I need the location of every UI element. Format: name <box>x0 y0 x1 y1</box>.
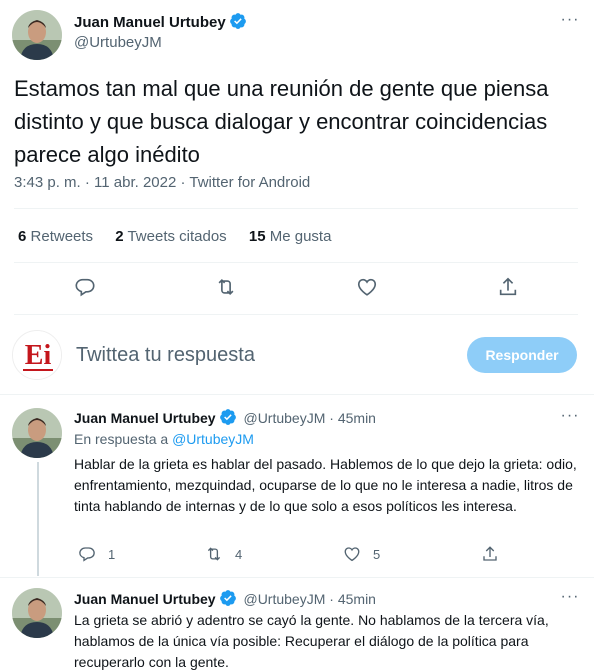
share-action[interactable] <box>481 545 511 563</box>
reply-icon <box>79 547 95 562</box>
reply-text: La grieta se abrió y adentro se cayó la … <box>74 612 549 670</box>
more-options-icon[interactable]: ··· <box>559 589 581 611</box>
divider <box>14 314 578 315</box>
retweets-stat[interactable]: 6 Retweets <box>18 228 93 245</box>
divider <box>14 208 578 209</box>
reply-author-avatar[interactable] <box>12 588 62 638</box>
current-user-avatar[interactable]: Ei <box>12 330 62 380</box>
reply-header: Juan Manuel Urtubey @UrtubeyJM · 45min <box>74 408 376 426</box>
like-icon <box>344 547 360 562</box>
verified-badge-icon <box>219 408 237 426</box>
reply-time[interactable]: · 45min <box>329 410 376 426</box>
author-avatar[interactable] <box>12 10 62 60</box>
reply-time[interactable]: · 45min <box>329 591 376 607</box>
divider <box>0 394 594 395</box>
reply-action[interactable]: 1 <box>78 545 115 563</box>
reply-text: Hablar de la grieta es hablar del pasado… <box>74 456 577 514</box>
main-tweet-header: Juan Manuel Urtubey @UrtubeyJM ··· <box>0 0 594 70</box>
like-action[interactable]: 5 <box>343 545 380 563</box>
retweet-icon <box>207 547 221 561</box>
share-icon <box>483 546 497 561</box>
reply-author-handle[interactable]: @UrtubeyJM <box>243 410 325 426</box>
share-icon[interactable] <box>497 276 519 298</box>
tweet-stats: 6 Retweets 2 Tweets citados 15 Me gusta <box>18 228 349 245</box>
reply-author-name[interactable]: Juan Manuel Urtubey <box>74 591 216 607</box>
in-reply-to: En respuesta a @UrtubeyJM <box>74 431 254 447</box>
reply-header: Juan Manuel Urtubey @UrtubeyJM · 45min <box>74 589 376 607</box>
svg-text:Ei: Ei <box>25 340 52 371</box>
more-options-icon[interactable]: ··· <box>559 408 581 430</box>
author-handle[interactable]: @UrtubeyJM <box>74 34 162 51</box>
reply-icon[interactable] <box>74 276 96 298</box>
like-count: 5 <box>373 546 381 562</box>
tweet-meta[interactable]: 3:43 p. m. · 11 abr. 2022 · Twitter for … <box>14 174 310 191</box>
divider <box>14 262 578 263</box>
retweet-icon[interactable] <box>215 276 237 298</box>
verified-badge-icon <box>219 589 237 607</box>
reply-author-handle[interactable]: @UrtubeyJM <box>243 591 325 607</box>
tweet-text: Estamos tan mal que una reunión de gente… <box>14 76 549 167</box>
likes-stat[interactable]: 15 Me gusta <box>249 228 332 245</box>
reply-author-name[interactable]: Juan Manuel Urtubey <box>74 410 216 426</box>
quotes-stat[interactable]: 2 Tweets citados <box>115 228 226 245</box>
verified-badge-icon <box>229 12 247 30</box>
reply-author-avatar[interactable] <box>12 408 62 458</box>
reply-input[interactable]: Twittea tu respuesta <box>76 344 255 367</box>
reply-button[interactable]: Responder <box>467 337 577 373</box>
more-options-icon[interactable]: ··· <box>559 12 581 34</box>
divider <box>0 577 594 578</box>
author-name-row: Juan Manuel Urtubey <box>74 12 247 32</box>
retweet-action[interactable]: 4 <box>205 545 242 563</box>
retweet-count: 4 <box>235 546 243 562</box>
thread-line <box>37 462 39 576</box>
like-icon[interactable] <box>356 276 378 298</box>
author-name[interactable]: Juan Manuel Urtubey <box>74 14 226 31</box>
reply-count: 1 <box>108 546 116 562</box>
in-reply-to-link[interactable]: @UrtubeyJM <box>172 431 254 447</box>
